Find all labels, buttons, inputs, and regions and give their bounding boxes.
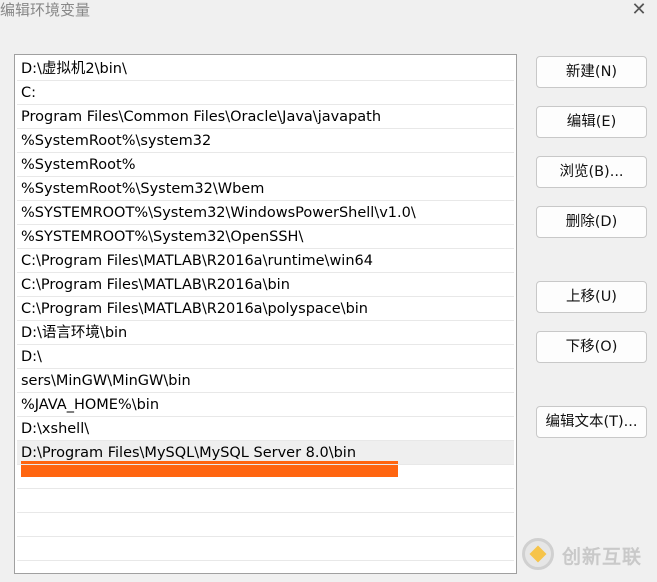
list-item[interactable]: D:\语言环境\bin (17, 321, 514, 345)
watermark-logo: 创新互联 (520, 536, 650, 574)
list-item[interactable]: %SystemRoot%\System32\Wbem (17, 177, 514, 201)
row-divider (17, 248, 514, 249)
row-divider (17, 80, 514, 81)
delete-button[interactable]: 删除(D) (536, 206, 647, 238)
row-divider (17, 224, 514, 225)
list-item[interactable]: D:\xshell\ (17, 417, 514, 441)
list-item[interactable]: C:\Program Files\MATLAB\R2016a\polyspace… (17, 297, 514, 321)
edit-button[interactable]: 编辑(E) (536, 106, 647, 138)
row-divider (17, 464, 514, 465)
row-divider (17, 440, 514, 441)
list-item[interactable]: D:\虚拟机2\bin\ (17, 57, 514, 81)
list-item[interactable]: D:\ (17, 345, 514, 369)
new-button[interactable]: 新建(N) (536, 56, 647, 88)
list-item[interactable]: C:\Program Files\MATLAB\R2016a\bin (17, 273, 514, 297)
row-divider (17, 344, 514, 345)
move-up-button[interactable]: 上移(U) (536, 281, 647, 313)
row-divider (17, 176, 514, 177)
row-divider (17, 512, 514, 513)
row-divider (17, 536, 514, 537)
move-down-button[interactable]: 下移(O) (536, 331, 647, 363)
row-divider (17, 320, 514, 321)
list-item[interactable]: %SystemRoot%\system32 (17, 129, 514, 153)
logo-icon (522, 538, 554, 570)
list-item[interactable]: %SYSTEMROOT%\System32\OpenSSH\ (17, 225, 514, 249)
window-title: 编辑环境变量 (0, 1, 91, 19)
list-item[interactable]: C: (17, 81, 514, 105)
row-divider (17, 272, 514, 273)
watermark-text: 创新互联 (562, 546, 643, 568)
row-divider (17, 128, 514, 129)
list-item[interactable]: sers\MinGW\MinGW\bin (17, 369, 514, 393)
row-divider (17, 368, 514, 369)
row-divider (17, 152, 514, 153)
row-divider (17, 416, 514, 417)
row-divider (17, 104, 514, 105)
path-list[interactable]: D:\Program Files\MySQL\MySQL Server 8.0\… (14, 54, 517, 574)
list-item[interactable]: Program Files\Common Files\Oracle\Java\j… (17, 105, 514, 129)
row-divider (17, 488, 514, 489)
browse-button[interactable]: 浏览(B)... (536, 156, 647, 188)
row-divider (17, 200, 514, 201)
list-item[interactable]: %SYSTEMROOT%\System32\WindowsPowerShell\… (17, 201, 514, 225)
close-icon[interactable]: ✕ (629, 0, 649, 20)
list-item[interactable]: %JAVA_HOME%\bin (17, 393, 514, 417)
row-divider (17, 560, 514, 561)
list-item[interactable]: %SystemRoot% (17, 153, 514, 177)
title-bar: 编辑环境变量 ✕ (0, 0, 657, 22)
list-item[interactable]: C:\Program Files\MATLAB\R2016a\runtime\w… (17, 249, 514, 273)
row-divider (17, 296, 514, 297)
edit-text-button[interactable]: 编辑文本(T)... (536, 406, 647, 438)
row-divider (17, 392, 514, 393)
